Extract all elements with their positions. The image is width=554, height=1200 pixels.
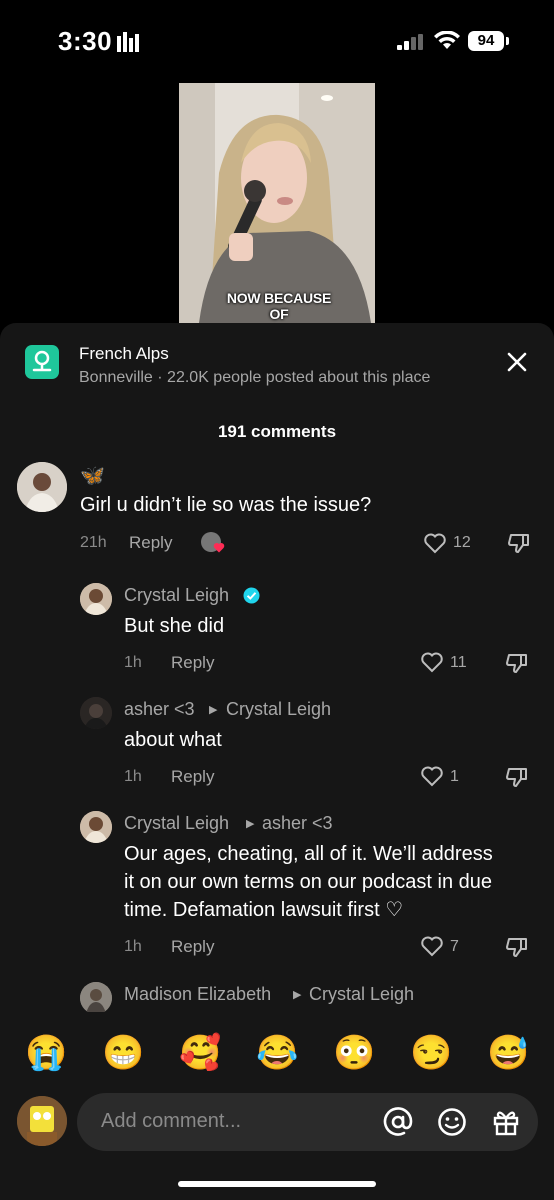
heart-icon[interactable] bbox=[423, 532, 447, 554]
avatar[interactable] bbox=[80, 583, 112, 615]
emoji-joy-button[interactable]: 😂 bbox=[256, 1030, 298, 1076]
comment-text-line: Our ages, cheating, all of it. We’ll add… bbox=[124, 843, 493, 865]
place-subtitle: Bonneville · 22.0K people posted about t… bbox=[79, 369, 431, 386]
list-clip bbox=[0, 1012, 554, 1020]
like-count: 12 bbox=[453, 534, 471, 551]
battery-indicator: 94 bbox=[468, 31, 504, 51]
comment-time: 1h bbox=[124, 768, 142, 785]
like-count: 1 bbox=[450, 768, 459, 785]
heart-badge-icon bbox=[213, 542, 225, 553]
place-title[interactable]: French Alps bbox=[79, 344, 169, 364]
reply-arrow-icon: ▶ bbox=[209, 704, 218, 716]
reply-button[interactable]: Reply bbox=[171, 767, 214, 787]
avatar[interactable] bbox=[80, 811, 112, 843]
recording-icon bbox=[117, 32, 139, 52]
comment-text-line: time. Defamation lawsuit first ♡ bbox=[124, 899, 404, 921]
avatar[interactable] bbox=[17, 462, 67, 512]
comment-text: about what bbox=[124, 729, 222, 751]
emoji-sweat-smile-button[interactable]: 😅 bbox=[487, 1030, 529, 1076]
reply-arrow-icon: ▶ bbox=[293, 989, 302, 1001]
reply-button[interactable]: Reply bbox=[171, 653, 214, 673]
emoji-icon[interactable] bbox=[437, 1107, 467, 1137]
home-indicator bbox=[178, 1181, 376, 1187]
comment-count: 191 comments bbox=[217, 422, 337, 441]
avatar[interactable] bbox=[80, 697, 112, 729]
gift-icon[interactable] bbox=[491, 1107, 521, 1137]
heart-icon[interactable] bbox=[420, 935, 444, 957]
thumbs-down-icon[interactable] bbox=[507, 532, 531, 554]
like-count: 7 bbox=[450, 938, 459, 955]
thumbs-down-icon[interactable] bbox=[505, 766, 529, 788]
like-count: 11 bbox=[450, 654, 467, 671]
comment-username[interactable]: 🦋 bbox=[80, 463, 105, 488]
video-caption: NOW BECAUSE OF bbox=[226, 290, 332, 322]
emoji-grin-button[interactable]: 😁 bbox=[102, 1030, 144, 1076]
reply-button[interactable]: Reply bbox=[129, 533, 172, 553]
thumbs-down-icon[interactable] bbox=[505, 652, 529, 674]
comment-text: Girl u didn’t lie so was the issue? bbox=[80, 494, 372, 516]
mention-icon[interactable] bbox=[383, 1107, 413, 1137]
comment-username[interactable]: Madison Elizabeth bbox=[124, 984, 271, 1005]
status-bar: 3:30 94 bbox=[0, 0, 554, 80]
emoji-flushed-button[interactable]: 😳 bbox=[333, 1030, 375, 1076]
emoji-smirk-button[interactable]: 😏 bbox=[410, 1030, 452, 1076]
reply-to-username[interactable]: asher <3 bbox=[262, 813, 333, 834]
comment-username[interactable]: Crystal Leigh bbox=[124, 585, 229, 606]
comment-time: 1h bbox=[124, 938, 142, 955]
video-preview[interactable]: NOW BECAUSE OF bbox=[179, 83, 375, 323]
emoji-hearts-button[interactable]: 🥰 bbox=[179, 1030, 221, 1076]
comment-username[interactable]: asher <3 bbox=[124, 699, 195, 720]
location-pin-icon[interactable] bbox=[25, 345, 59, 379]
comment-username[interactable]: Crystal Leigh bbox=[124, 813, 229, 834]
thumbs-down-icon[interactable] bbox=[505, 936, 529, 958]
reply-arrow-icon: ▶ bbox=[246, 818, 255, 830]
heart-icon[interactable] bbox=[420, 651, 444, 673]
comment-time: 1h bbox=[124, 654, 142, 671]
comment-time: 21h bbox=[80, 534, 107, 551]
emoji-crying-button[interactable]: 😭 bbox=[25, 1030, 67, 1076]
comment-text: But she did bbox=[124, 615, 225, 637]
reply-to-username[interactable]: Crystal Leigh bbox=[309, 984, 414, 1005]
comment-text-line: it on our own terms on our podcast in du… bbox=[124, 871, 492, 893]
my-avatar bbox=[17, 1096, 67, 1146]
battery-nub bbox=[506, 37, 509, 45]
comment-input-placeholder[interactable]: Add comment... bbox=[101, 1110, 241, 1133]
reply-to-username[interactable]: Crystal Leigh bbox=[226, 699, 331, 720]
verified-badge-icon bbox=[243, 587, 260, 604]
video-frame-illustration bbox=[179, 83, 375, 323]
emoji-quick-bar: 😭 😁 🥰 😂 😳 😏 😅 bbox=[0, 1030, 554, 1080]
wifi-icon bbox=[434, 31, 460, 49]
heart-icon[interactable] bbox=[420, 765, 444, 787]
close-icon[interactable] bbox=[505, 350, 529, 374]
reply-button[interactable]: Reply bbox=[171, 937, 214, 957]
status-time: 3:30 bbox=[58, 26, 113, 56]
signal-icon bbox=[397, 34, 423, 50]
avatar[interactable] bbox=[80, 982, 112, 1014]
